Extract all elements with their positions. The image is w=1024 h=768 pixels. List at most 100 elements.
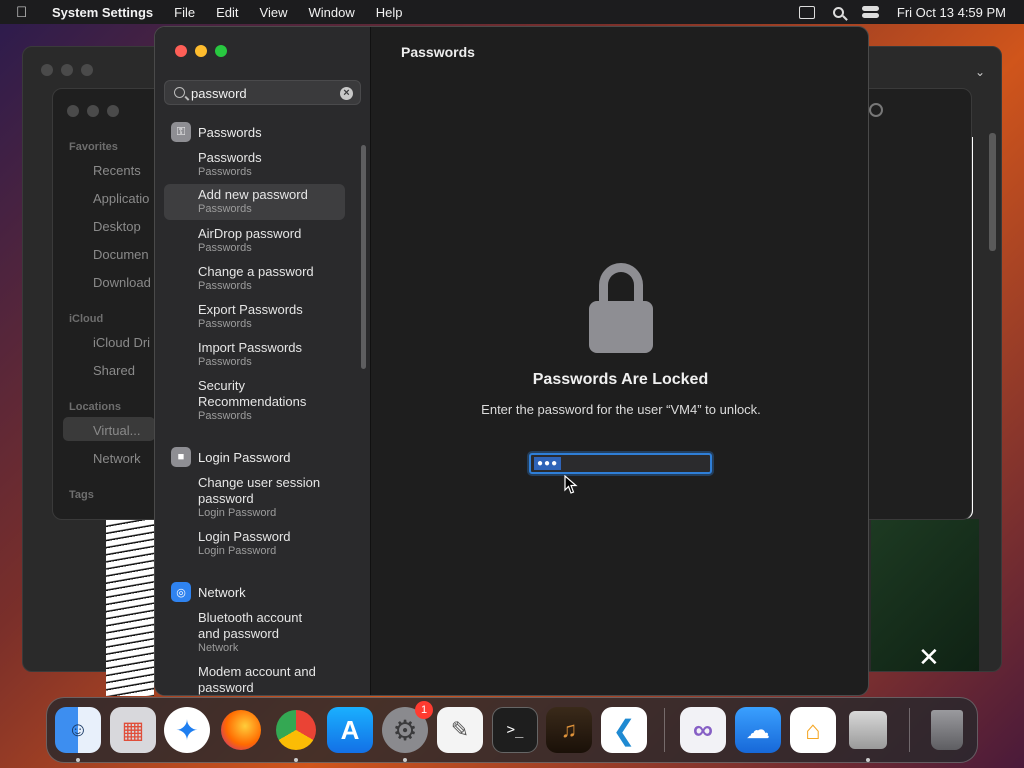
- finder-app-icon[interactable]: ☺: [55, 707, 101, 753]
- result-item-airdrop-password[interactable]: AirDrop password Passwords: [164, 223, 345, 259]
- terminal-app-icon[interactable]: >_: [492, 707, 538, 753]
- menu-help[interactable]: Help: [376, 5, 403, 20]
- result-item-security-recommendations[interactable]: Security Recommendations Passwords: [164, 375, 314, 425]
- chrome-running-dot: [294, 758, 298, 762]
- menu-bar:  System Settings File Edit View Window …: [0, 0, 1024, 24]
- safari-app-icon[interactable]: ✦: [164, 707, 210, 753]
- background-image-pattern: [106, 520, 154, 696]
- settings-content-pane: Passwords Passwords Are Locked Enter the…: [371, 27, 868, 695]
- finder-item-recents[interactable]: Recents: [93, 163, 141, 178]
- installer-app-icon[interactable]: [845, 707, 891, 753]
- finder-search-icon[interactable]: [869, 103, 883, 117]
- result-title: Security Recommendations: [198, 378, 307, 409]
- system-settings-app-icon[interactable]: ⚙ 1: [382, 701, 433, 753]
- group-header-passwords[interactable]: ⚿ Passwords: [171, 121, 262, 143]
- result-item-change-user-session-password[interactable]: Change user session password Login Passw…: [164, 472, 334, 522]
- group-header-login-password[interactable]: ■ Login Password: [171, 446, 291, 468]
- finder-item-virtual[interactable]: Virtual...: [93, 423, 140, 438]
- result-title: Change a password: [198, 264, 314, 279]
- menu-edit[interactable]: Edit: [216, 5, 238, 20]
- clear-search-icon[interactable]: ×: [340, 87, 353, 100]
- finder-item-desktop[interactable]: Desktop: [93, 219, 141, 234]
- result-subtitle: Network: [198, 642, 239, 654]
- menu-app-name[interactable]: System Settings: [52, 5, 153, 20]
- lock-icon: ■: [171, 447, 191, 467]
- result-item-bluetooth-account-password[interactable]: Bluetooth account and password Network: [164, 607, 324, 657]
- zoom-window-button[interactable]: [215, 45, 227, 57]
- result-title: Import Passwords: [198, 340, 303, 355]
- result-item-login-password[interactable]: Login Password Login Password: [164, 526, 345, 562]
- close-window-button[interactable]: [175, 45, 187, 57]
- dock-separator: [909, 708, 910, 752]
- firefox-app-icon[interactable]: [218, 707, 264, 753]
- padlock-icon: [589, 263, 653, 353]
- chevron-down-icon[interactable]: ⌄: [975, 65, 985, 79]
- settings-search-box[interactable]: ×: [164, 80, 361, 105]
- result-subtitle: Passwords: [198, 242, 252, 254]
- finder-item-applications[interactable]: Applicatio: [93, 191, 149, 206]
- result-item-export-passwords[interactable]: Export Passwords Passwords: [164, 299, 345, 335]
- vscode-app-icon[interactable]: ❮: [601, 707, 647, 753]
- locked-message: Enter the password for the user “VM4” to…: [481, 402, 761, 417]
- finder-item-shared[interactable]: Shared: [93, 363, 135, 378]
- finder-running-dot: [76, 758, 80, 762]
- screen-mirroring-icon[interactable]: [798, 5, 815, 19]
- globe-icon: ◎: [171, 582, 191, 602]
- app-store-app-icon[interactable]: A: [327, 707, 373, 753]
- result-item-passwords[interactable]: Passwords Passwords: [164, 147, 345, 183]
- result-title: Add new password: [198, 187, 308, 202]
- settings-search-input[interactable]: [191, 84, 331, 102]
- unlock-password-field[interactable]: ●●●: [529, 453, 712, 474]
- result-item-add-new-password[interactable]: Add new password Passwords: [164, 184, 345, 220]
- finder-item-documents[interactable]: Documen: [93, 247, 149, 262]
- result-subtitle: Passwords: [198, 318, 252, 330]
- control-center-icon[interactable]: [861, 6, 879, 18]
- finder-section-locations: Locations: [69, 401, 121, 413]
- close-x-icon[interactable]: ✕: [918, 642, 940, 673]
- background-scrollbar[interactable]: [989, 133, 996, 251]
- system-settings-window[interactable]: × ⚿ Passwords Passwords Passwords Add ne…: [154, 26, 869, 696]
- textedit-app-icon[interactable]: ✎: [437, 707, 483, 753]
- minimize-window-button[interactable]: [195, 45, 207, 57]
- garageband-app-icon[interactable]: ♫: [546, 707, 592, 753]
- home-app-icon[interactable]: ⌂: [790, 707, 836, 753]
- finder-item-downloads[interactable]: Download: [93, 275, 151, 290]
- locked-heading: Passwords Are Locked: [532, 371, 709, 388]
- menu-clock[interactable]: Fri Oct 13 4:59 PM: [897, 5, 1006, 20]
- result-title: Passwords: [198, 150, 262, 165]
- result-title: Modem account and password: [198, 664, 316, 695]
- window-traffic-lights: [175, 45, 235, 57]
- menu-view[interactable]: View: [260, 5, 288, 20]
- group-label: Passwords: [198, 124, 262, 140]
- search-results-list: ⚿ Passwords Passwords Passwords Add new …: [155, 117, 360, 695]
- menu-file[interactable]: File: [174, 5, 195, 20]
- group-label: Login Password: [198, 449, 291, 465]
- result-subtitle: Passwords: [198, 166, 252, 178]
- settings-sidebar: × ⚿ Passwords Passwords Passwords Add ne…: [155, 27, 371, 695]
- mouse-pointer-icon: [564, 475, 578, 494]
- result-title: Login Password: [198, 529, 291, 544]
- finder-traffic-lights: [67, 105, 119, 120]
- visual-studio-app-icon[interactable]: ∞: [680, 707, 726, 753]
- finder-item-icloud-drive[interactable]: iCloud Dri: [93, 335, 150, 350]
- finder-item-network[interactable]: Network: [93, 451, 141, 466]
- result-item-modem-account-password[interactable]: Modem account and password: [164, 661, 324, 695]
- result-subtitle: Passwords: [198, 203, 252, 215]
- result-title: Export Passwords: [198, 302, 303, 317]
- sidebar-scrollbar[interactable]: [361, 145, 366, 369]
- group-label: Network: [198, 584, 246, 600]
- result-item-import-passwords[interactable]: Import Passwords Passwords: [164, 337, 345, 373]
- launchpad-app-icon[interactable]: ▦: [110, 707, 156, 753]
- menu-window[interactable]: Window: [308, 5, 354, 20]
- spotlight-search-icon[interactable]: [832, 6, 844, 18]
- trash-icon[interactable]: [924, 707, 970, 753]
- key-icon: ⚿: [171, 122, 191, 142]
- page-title: Passwords: [401, 44, 475, 60]
- finder-section-tags: Tags: [69, 489, 94, 501]
- icloud-app-icon[interactable]: ☁: [735, 707, 781, 753]
- chrome-app-icon[interactable]: [273, 707, 319, 753]
- notification-badge: 1: [415, 701, 433, 719]
- result-item-change-password[interactable]: Change a password Passwords: [164, 261, 345, 297]
- apple-menu-icon[interactable]: : [16, 4, 38, 21]
- group-header-network[interactable]: ◎ Network: [171, 581, 246, 603]
